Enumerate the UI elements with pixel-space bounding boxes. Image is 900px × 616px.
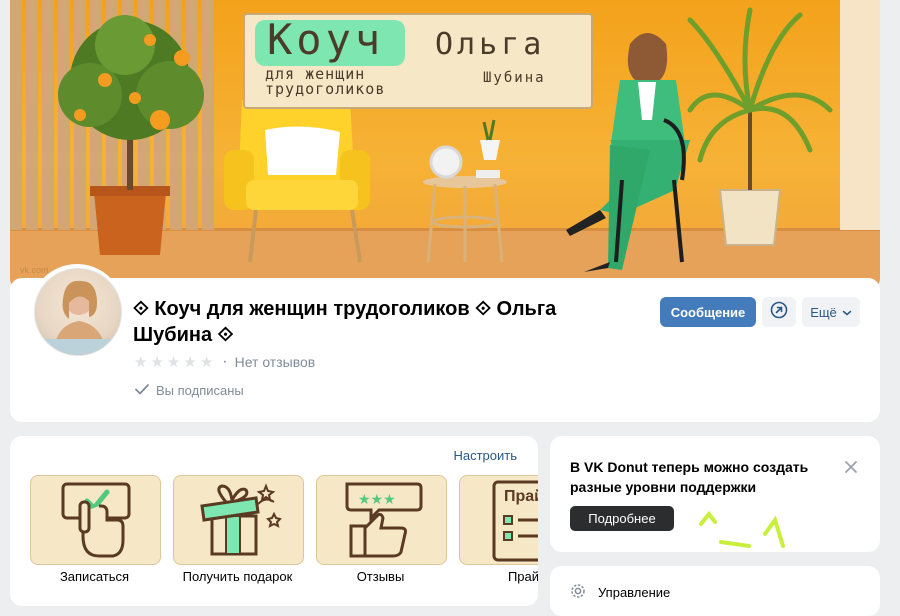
menu-item-label[interactable]: Записаться xyxy=(30,569,159,584)
avatar[interactable] xyxy=(30,264,124,358)
chevron-down-icon xyxy=(842,305,852,320)
hand-click-checkbox-icon xyxy=(31,482,160,564)
menu-item-reviews[interactable]: ★★★ xyxy=(316,475,447,565)
star-icon: ★ xyxy=(199,354,214,371)
cover-last-name: Шубина xyxy=(483,70,546,86)
manage-link[interactable]: Управление xyxy=(570,583,670,602)
gift-box-icon xyxy=(174,483,303,564)
message-button[interactable]: Сообщение xyxy=(660,297,756,327)
avatar-photo xyxy=(34,268,122,356)
star-icon: ★ xyxy=(183,354,197,371)
cover-image: Коуч для женщин трудоголиков Ольга Шубин… xyxy=(10,0,880,290)
subscription-label: Вы подписаны xyxy=(156,383,244,398)
menu-item-label[interactable]: Прай xyxy=(459,569,538,584)
gear-icon xyxy=(570,583,586,602)
cover-title-word: Коуч xyxy=(267,15,385,64)
checkmark-icon xyxy=(134,381,150,400)
price-list-tile-text: Прай xyxy=(504,488,538,505)
avatar-illustration xyxy=(43,280,113,355)
manage-panel: Управление xyxy=(550,566,880,616)
more-button-label: Ещё xyxy=(810,304,837,320)
more-info-button[interactable]: Подробнее xyxy=(570,506,674,531)
community-header: ⟐ Коуч для женщин трудоголиков ⟐ Ольга Ш… xyxy=(10,264,880,422)
subscription-status[interactable]: Вы подписаны xyxy=(134,381,244,400)
share-arrow-icon xyxy=(770,301,788,324)
more-button[interactable]: Ещё xyxy=(802,297,860,327)
cover-title-card: Коуч для женщин трудоголиков Ольга Шубин… xyxy=(243,13,593,109)
rating-separator: · xyxy=(222,353,228,370)
menu-item-label[interactable]: Получить подарок xyxy=(173,569,302,584)
vk-donut-banner: В VK Donut теперь можно создать разные у… xyxy=(550,436,880,552)
share-button[interactable] xyxy=(762,297,796,327)
menu-item-prices[interactable]: Прай xyxy=(459,475,538,565)
menu-item-label[interactable]: Отзывы xyxy=(316,569,445,584)
star-icon: ★ xyxy=(150,354,164,371)
menu-setup-link[interactable]: Настроить xyxy=(453,448,517,463)
star-icon: ★ xyxy=(166,354,181,371)
cover-watermark: vk.com xyxy=(20,265,49,275)
svg-text:★★★: ★★★ xyxy=(358,492,396,508)
thumbs-up-stars-icon: ★★★ xyxy=(317,482,446,564)
cover-subtitle: для женщин трудоголиков xyxy=(265,67,405,97)
manage-label: Управление xyxy=(598,585,671,600)
price-list-icon xyxy=(460,480,538,564)
cover-first-name: Ольга xyxy=(435,27,546,62)
close-icon[interactable] xyxy=(844,458,858,479)
decor-squiggle-icon xyxy=(699,510,785,548)
menu-item-signup[interactable] xyxy=(30,475,161,565)
reviews-count[interactable]: Нет отзывов xyxy=(235,354,316,370)
donut-banner-text: В VK Donut теперь можно создать разные у… xyxy=(570,459,809,495)
star-icon: ★ xyxy=(134,354,148,371)
rating[interactable]: ★ ★ ★ ★ ★ · Нет отзывов xyxy=(134,353,315,371)
cover-subtitle-line2: трудоголиков xyxy=(265,80,386,98)
page-title: ⟐ Коуч для женщин трудоголиков ⟐ Ольга Ш… xyxy=(133,298,557,346)
menu-item-gift[interactable] xyxy=(173,475,304,565)
community-menu: Настроить Записаться Получить подарок ★★… xyxy=(10,436,538,606)
